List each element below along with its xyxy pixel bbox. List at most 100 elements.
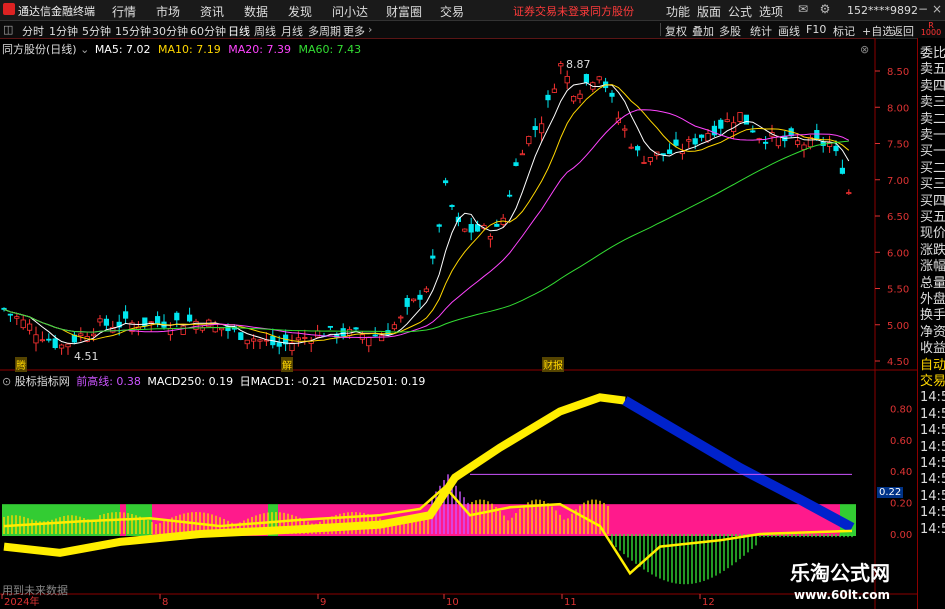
period-monthly[interactable]: 月线 [281, 23, 303, 39]
candle[interactable] [353, 327, 359, 330]
candle[interactable] [295, 337, 302, 341]
candle[interactable] [65, 343, 71, 348]
candle[interactable] [449, 204, 455, 207]
close-icon[interactable]: × [930, 2, 944, 16]
menu-item-trade[interactable]: 交易 [440, 3, 464, 20]
candle[interactable] [167, 328, 173, 336]
candle[interactable] [91, 333, 97, 337]
candle[interactable] [814, 130, 820, 140]
menu-item-news[interactable]: 资讯 [200, 3, 224, 20]
tool-multi-stock[interactable]: 多股 [719, 23, 741, 39]
minimize-icon[interactable]: − [916, 2, 930, 16]
candle[interactable] [506, 194, 513, 197]
candle[interactable] [186, 314, 193, 322]
candle[interactable] [340, 328, 346, 337]
candle[interactable] [775, 136, 782, 147]
candle[interactable] [487, 235, 494, 240]
candle[interactable] [699, 134, 705, 138]
period-daily[interactable]: 日线 [228, 23, 250, 39]
candle[interactable] [123, 311, 129, 319]
candle[interactable] [244, 339, 250, 345]
candle[interactable] [372, 334, 378, 337]
menu-item-discover[interactable]: 发现 [288, 3, 312, 20]
tool-mark[interactable]: 标记 [833, 23, 855, 39]
candle[interactable] [314, 330, 321, 338]
candle[interactable] [686, 139, 692, 142]
menu-item-wealth[interactable]: 财富圈 [386, 3, 422, 20]
indicator-settings-icon[interactable]: ⊙ [2, 375, 11, 388]
candle[interactable] [628, 146, 634, 149]
candle[interactable] [519, 153, 526, 156]
toggle-icon[interactable]: ◫ [3, 23, 13, 36]
candle[interactable] [423, 288, 430, 293]
chevron-right-icon[interactable]: › [368, 23, 372, 36]
settings-icon[interactable]: ⚙ [818, 2, 832, 16]
candle[interactable] [635, 146, 641, 151]
menu-item-function[interactable]: 功能 [666, 3, 690, 20]
candle[interactable] [705, 133, 711, 142]
candle[interactable] [539, 123, 545, 134]
candle[interactable] [596, 76, 602, 81]
tool-adjust[interactable]: 复权 [665, 23, 687, 39]
account-label[interactable]: 152****9892 [847, 4, 918, 17]
period-60min[interactable]: 60分钟 [190, 23, 226, 39]
candle[interactable] [26, 323, 33, 331]
candle[interactable] [276, 342, 282, 347]
period-30min[interactable]: 30分钟 [152, 23, 188, 39]
candle[interactable] [494, 223, 500, 227]
event-marker[interactable]: 解 [281, 357, 293, 372]
candle[interactable] [795, 140, 801, 145]
period-timeshare[interactable]: 分时 [22, 23, 44, 39]
candle[interactable] [551, 88, 558, 93]
candle[interactable] [1, 307, 7, 310]
candle[interactable] [641, 162, 647, 164]
candle[interactable] [743, 114, 750, 125]
candle[interactable] [142, 317, 148, 327]
candle[interactable] [52, 338, 58, 349]
kline-chart[interactable]: 8.50 8.00 7.50 7.00 6.50 6.00 5.50 5.00 4.50 0.80… [0, 38, 917, 609]
candle[interactable] [7, 313, 13, 316]
candle[interactable] [558, 63, 564, 67]
candle[interactable] [59, 344, 65, 349]
candle[interactable] [763, 141, 769, 144]
menu-item-data[interactable]: 数据 [244, 3, 268, 20]
candle[interactable] [97, 318, 103, 323]
candle[interactable] [359, 334, 366, 340]
candle[interactable] [212, 323, 218, 333]
candle[interactable] [103, 318, 109, 326]
candle[interactable] [622, 128, 628, 131]
candle[interactable] [545, 94, 551, 101]
menu-item-quotes[interactable]: 行情 [112, 3, 136, 20]
candle[interactable] [647, 157, 654, 162]
tool-draw[interactable]: 画线 [778, 23, 800, 39]
menu-item-options[interactable]: 选项 [759, 3, 783, 20]
close-panel-icon[interactable]: ⊗ [860, 43, 869, 56]
candle[interactable] [238, 332, 244, 340]
candle[interactable] [846, 192, 852, 195]
candle[interactable] [577, 93, 583, 99]
candle[interactable] [839, 167, 846, 174]
candle[interactable] [526, 136, 532, 145]
candle[interactable] [398, 316, 404, 319]
candle[interactable] [20, 319, 26, 329]
candle[interactable] [583, 74, 590, 83]
event-marker[interactable]: 腾 [15, 357, 27, 372]
candle[interactable] [33, 334, 39, 344]
menu-item-formula[interactable]: 公式 [728, 3, 752, 20]
candle[interactable] [692, 138, 698, 145]
candle[interactable] [410, 298, 417, 302]
candle[interactable] [327, 325, 334, 328]
candle[interactable] [737, 112, 743, 122]
candle[interactable] [417, 294, 423, 300]
candle[interactable] [442, 180, 449, 184]
period-15min[interactable]: 15分钟 [115, 23, 151, 39]
candle[interactable] [174, 312, 180, 321]
candle[interactable] [154, 316, 161, 324]
candle[interactable] [302, 337, 308, 339]
candle[interactable] [430, 255, 436, 259]
candle[interactable] [78, 333, 84, 337]
period-weekly[interactable]: 周线 [254, 23, 276, 39]
candle[interactable] [833, 145, 839, 152]
candle[interactable] [404, 297, 410, 307]
period-multi[interactable]: 多周期 [308, 23, 341, 39]
